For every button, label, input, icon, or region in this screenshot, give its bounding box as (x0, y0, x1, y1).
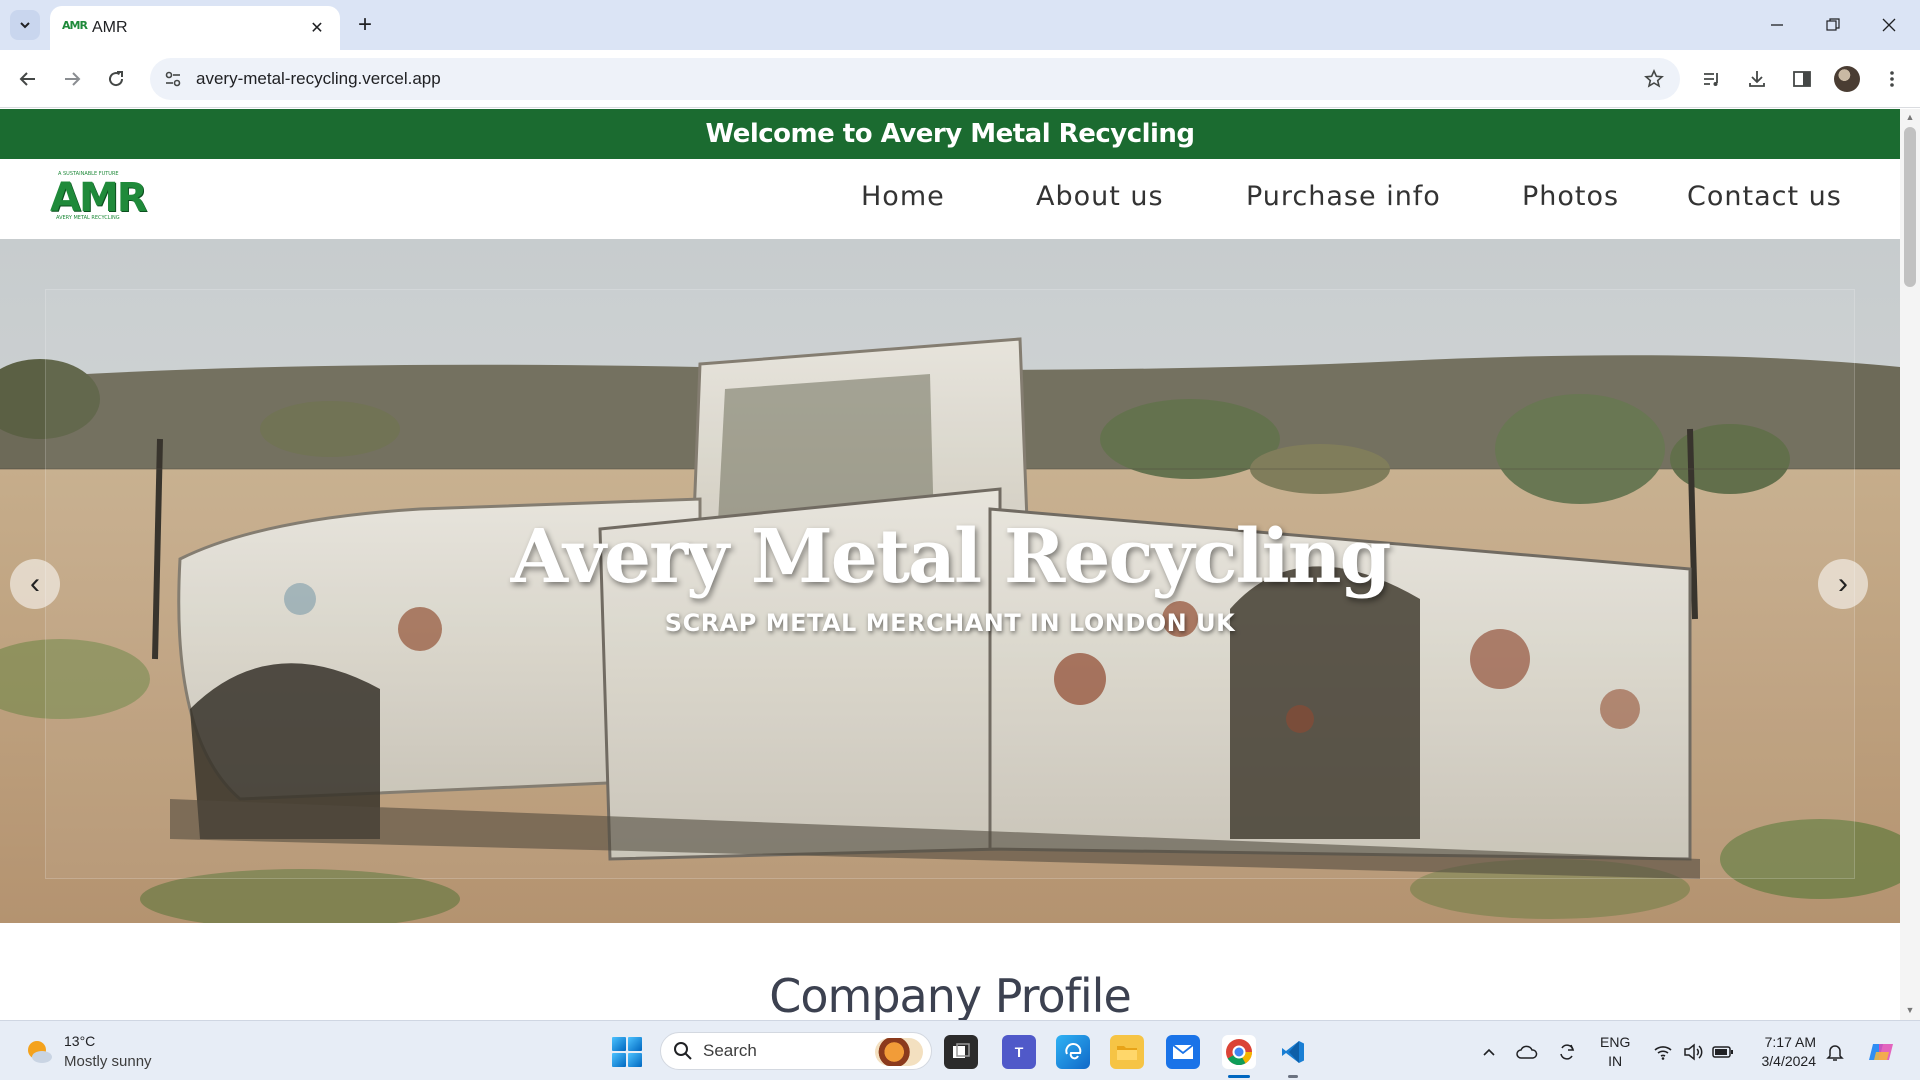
notification-bell-icon[interactable] (1824, 1041, 1846, 1063)
site-navbar: A SUSTAINABLE FUTURE AMR AVERY METAL REC… (0, 159, 1900, 239)
sync-icon[interactable] (1556, 1041, 1578, 1063)
chevron-down-icon (20, 22, 30, 29)
weather-temperature[interactable]: 13°C (64, 1033, 95, 1049)
file-explorer-icon[interactable] (1110, 1035, 1144, 1069)
company-profile-heading: Company Profile (769, 969, 1132, 1020)
browser-menu-icon[interactable] (1878, 65, 1906, 93)
hero-carousel: Avery Metal Recycling SCRAP METAL MERCHA… (0, 239, 1900, 923)
browser-tab-active[interactable]: AMR AMR ✕ (50, 6, 340, 50)
mail-icon[interactable] (1166, 1035, 1200, 1069)
taskbar-search-box[interactable]: Search (660, 1032, 932, 1070)
edge-icon[interactable] (1056, 1035, 1090, 1069)
restore-icon[interactable] (1820, 12, 1846, 38)
taskbar-search-label: Search (703, 1041, 757, 1060)
tray-overflow-chevron-icon[interactable] (1478, 1041, 1500, 1063)
scroll-down-icon[interactable]: ▼ (1904, 1005, 1916, 1017)
address-url: avery-metal-recycling.vercel.app (196, 69, 441, 88)
download-icon[interactable] (1743, 65, 1771, 93)
search-icon (674, 1042, 692, 1060)
browser-toolbar: avery-metal-recycling.vercel.app (0, 50, 1920, 108)
tab-title: AMR (92, 19, 128, 36)
clock-time: 7:17 AM (1764, 1034, 1816, 1050)
tab-search-button[interactable] (10, 10, 40, 40)
reload-icon (109, 71, 124, 87)
page-scrollbar[interactable]: ▲ ▼ (1900, 109, 1920, 1020)
windows-start-icon[interactable] (612, 1037, 642, 1067)
clock-date: 3/4/2024 (1761, 1053, 1817, 1069)
back-button[interactable] (12, 63, 44, 95)
carousel-prev-button[interactable]: ‹ (10, 559, 60, 609)
windows-taskbar: 13°C Mostly sunny Search T ENG IN 7:17 A… (0, 1020, 1920, 1080)
nav-link-photos[interactable]: Photos (1522, 181, 1619, 212)
lang-line-1: ENG (1600, 1034, 1631, 1050)
chrome-icon[interactable] (1222, 1035, 1256, 1069)
teams-icon[interactable]: T (1002, 1035, 1036, 1069)
search-highlight-icon (875, 1038, 923, 1066)
chrome-active-indicator (1228, 1075, 1250, 1078)
nav-link-purchase-info[interactable]: Purchase info (1246, 181, 1441, 212)
battery-icon[interactable] (1712, 1041, 1734, 1063)
lang-line-2: IN (1608, 1053, 1623, 1069)
page-viewport: Welcome to Avery Metal Recycling A SUSTA… (0, 109, 1900, 1020)
nav-link-contact-us[interactable]: Contact us (1687, 181, 1842, 212)
nav-link-about-us[interactable]: About us (1036, 181, 1164, 212)
wifi-icon[interactable] (1652, 1041, 1674, 1063)
minimize-icon[interactable] (1764, 12, 1790, 38)
site-settings-icon[interactable] (164, 70, 182, 88)
tab-favicon-icon: AMR (62, 19, 88, 32)
taskbar-clock[interactable]: 7:17 AM 3/4/2024 (1750, 1033, 1817, 1071)
vscode-icon[interactable] (1276, 1035, 1310, 1069)
welcome-banner: Welcome to Avery Metal Recycling (0, 109, 1900, 159)
side-panel-icon[interactable] (1788, 65, 1816, 93)
welcome-text: Welcome to Avery Metal Recycling (705, 119, 1195, 149)
chevron-right-icon: › (1838, 567, 1848, 600)
chevron-left-icon: ‹ (30, 567, 40, 600)
scrollbar-thumb[interactable] (1904, 127, 1916, 287)
new-tab-button[interactable]: + (352, 11, 378, 38)
onedrive-cloud-icon[interactable] (1516, 1041, 1538, 1063)
amr-logo[interactable]: A SUSTAINABLE FUTURE AMR AVERY METAL REC… (50, 171, 150, 227)
forward-button[interactable] (56, 63, 88, 95)
nav-link-home[interactable]: Home (861, 181, 945, 212)
vscode-open-indicator (1288, 1075, 1298, 1078)
arrow-right-icon (65, 72, 81, 86)
task-view-icon[interactable] (944, 1035, 978, 1069)
hero-title: Avery Metal Recycling (510, 514, 1392, 600)
weather-sun-icon[interactable] (24, 1037, 54, 1067)
scroll-up-icon[interactable]: ▲ (1904, 112, 1916, 124)
logo-subline: AVERY METAL RECYCLING (56, 215, 120, 221)
address-bar[interactable]: avery-metal-recycling.vercel.app (150, 58, 1680, 100)
bookmark-star-icon[interactable] (1642, 67, 1666, 91)
hero-subtitle: SCRAP METAL MERCHANT IN LONDON UK (664, 609, 1236, 637)
tab-close-icon[interactable]: ✕ (306, 17, 328, 39)
profile-avatar[interactable] (1834, 66, 1860, 92)
copilot-icon[interactable] (1866, 1037, 1896, 1067)
weather-description[interactable]: Mostly sunny (64, 1053, 152, 1070)
input-language-indicator[interactable]: ENG IN (1600, 1033, 1630, 1071)
arrow-left-icon (19, 72, 35, 86)
media-controls-icon[interactable] (1698, 65, 1726, 93)
window-close-icon[interactable] (1876, 12, 1902, 38)
reload-button[interactable] (100, 63, 132, 95)
volume-icon[interactable] (1682, 1041, 1704, 1063)
carousel-next-button[interactable]: › (1818, 559, 1868, 609)
browser-tab-strip: AMR AMR ✕ + (0, 0, 1920, 50)
